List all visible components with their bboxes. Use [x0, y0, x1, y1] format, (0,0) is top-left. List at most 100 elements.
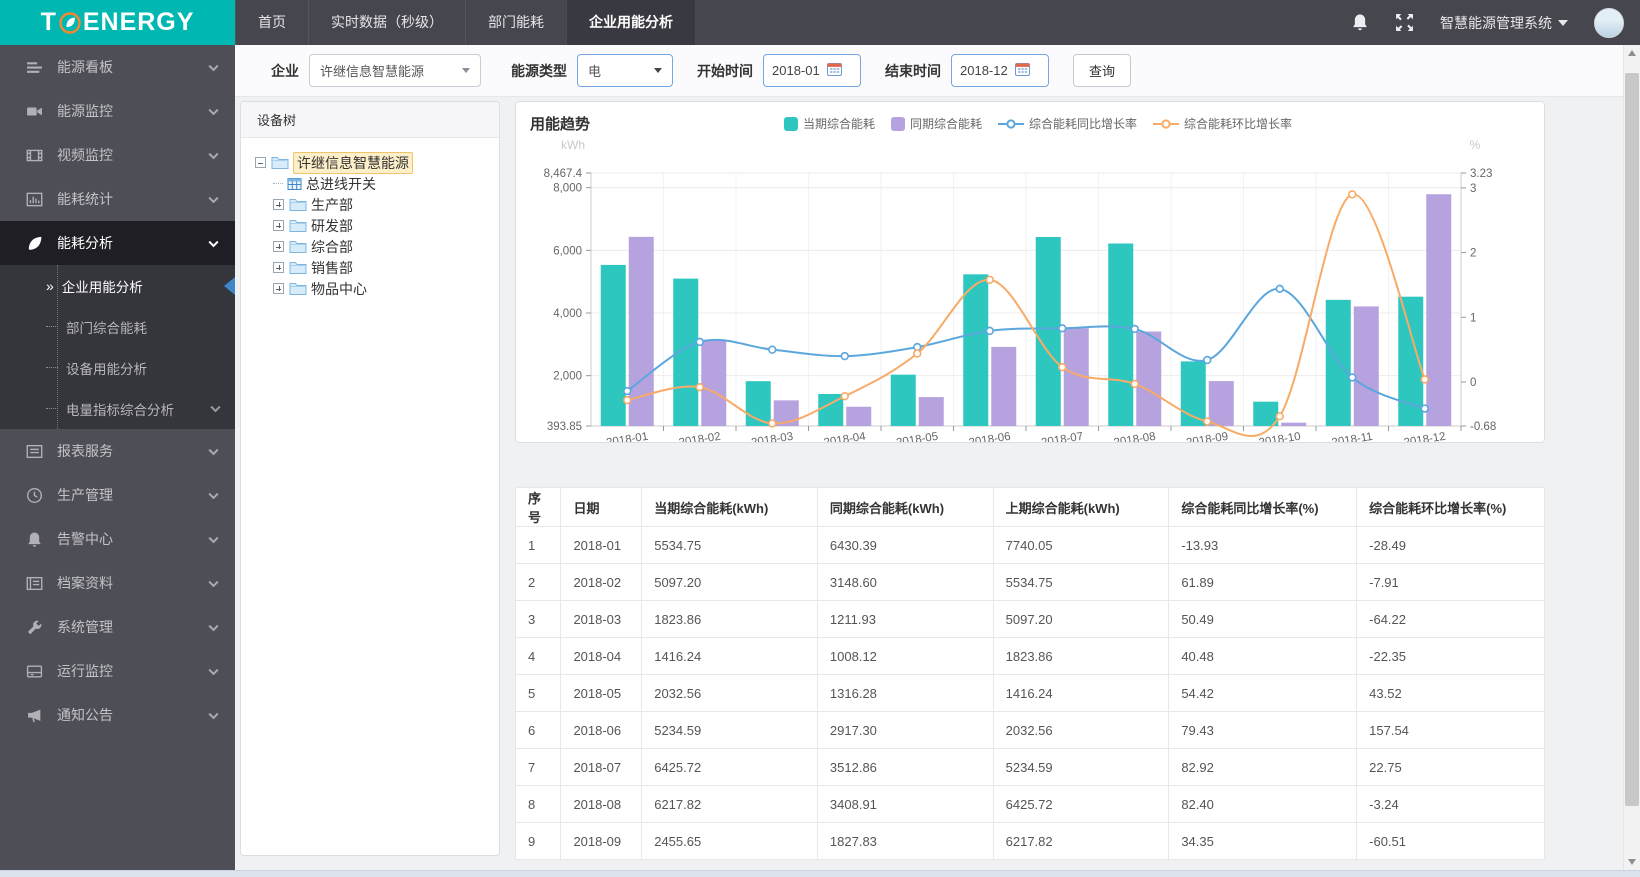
sidebar-menu: 能源看板能源监控视频监控能耗统计能耗分析企业用能分析部门综合能耗设备用能分析电量…: [0, 45, 235, 737]
tree-node-label[interactable]: 生产部: [311, 195, 353, 215]
svg-text:2018-02: 2018-02: [678, 431, 722, 442]
legend-label: 综合能耗环比增长率: [1184, 117, 1293, 131]
tree-guide: [46, 408, 58, 409]
legend-label: 同期综合能耗: [910, 117, 983, 131]
table-row: 3 2018-03 1823.86 1211.93 5097.20 50.49 -64.22: [515, 600, 1545, 638]
legend-item[interactable]: 综合能耗环比增长率: [1153, 115, 1292, 132]
collapse-toggle-icon[interactable]: [255, 157, 266, 168]
tree-node-label-selected[interactable]: 许继信息智慧能源: [293, 151, 413, 174]
user-avatar[interactable]: [1594, 7, 1624, 38]
svg-text:0: 0: [1470, 377, 1476, 389]
company-select[interactable]: 许继信息智慧能源: [309, 54, 481, 87]
sidebar-item[interactable]: 能源看板: [0, 45, 235, 89]
fullscreen-icon[interactable]: [1395, 13, 1414, 32]
tree-node-label[interactable]: 研发部: [311, 216, 353, 236]
table-cell: -60.51: [1356, 822, 1545, 860]
svg-text:2: 2: [1470, 248, 1476, 260]
sidebar-item-label: 告警中心: [57, 531, 113, 547]
table-row: 7 2018-07 6425.72 3512.86 5234.59 82.92 22.75: [515, 748, 1545, 786]
legend-item[interactable]: 综合能耗同比增长率: [998, 115, 1137, 132]
expand-toggle-icon[interactable]: [273, 241, 284, 252]
expand-toggle-icon[interactable]: [273, 220, 284, 231]
tree-node-root[interactable]: 许继信息智慧能源: [255, 151, 491, 174]
sidebar-subitem[interactable]: 部门综合能耗: [0, 306, 235, 347]
top-tab[interactable]: 首页: [235, 0, 308, 45]
table-cell: 6430.39: [816, 526, 994, 564]
sidebar-item[interactable]: 通知公告: [0, 693, 235, 737]
svg-text:2018-04: 2018-04: [823, 431, 867, 442]
table-column-header: 上期综合能耗(kWh): [992, 487, 1170, 527]
scrollbar-thumb[interactable]: [1625, 73, 1639, 806]
sidebar-item[interactable]: 运行监控: [0, 649, 235, 693]
sidebar-item[interactable]: 档案资料: [0, 561, 235, 605]
expand-toggle-icon[interactable]: [273, 283, 284, 294]
table-cell: 2018-09: [560, 822, 643, 860]
calendar-icon[interactable]: [826, 62, 842, 79]
sidebar-item[interactable]: 视频监控: [0, 133, 235, 177]
top-tab[interactable]: 部门能耗: [465, 0, 566, 45]
sidebar-item[interactable]: 生产管理: [0, 473, 235, 517]
sidebar-subitem[interactable]: 电量指标综合分析: [0, 388, 235, 429]
energy-type-select[interactable]: 电: [577, 54, 673, 87]
sidebar-item[interactable]: 能耗统计: [0, 177, 235, 221]
query-button[interactable]: 查询: [1073, 54, 1132, 87]
tree-node-folder[interactable]: 生产部: [255, 194, 491, 215]
tree-node-label[interactable]: 销售部: [311, 258, 353, 278]
tree-node-label[interactable]: 物品中心: [311, 279, 367, 299]
tree-guide: [273, 183, 283, 184]
sidebar-item[interactable]: 能源监控: [0, 89, 235, 133]
chevron-down-icon: [208, 191, 219, 207]
energy-type-label: 能源类型: [511, 62, 567, 79]
report-icon: [26, 443, 43, 460]
expand-toggle-icon[interactable]: [273, 199, 284, 210]
top-tab[interactable]: 企业用能分析: [566, 0, 696, 45]
svg-text:2018-03: 2018-03: [750, 431, 794, 442]
folder-icon: [289, 218, 307, 233]
calendar-icon[interactable]: [1014, 62, 1030, 79]
tree-node-folder[interactable]: 综合部: [255, 236, 491, 257]
sidebar-subitem[interactable]: 企业用能分析: [0, 265, 235, 306]
table-cell: 2018-08: [560, 785, 643, 823]
chevron-down-icon: [208, 443, 219, 459]
tree-node-folder[interactable]: 销售部: [255, 257, 491, 278]
notification-bell-icon[interactable]: [1351, 13, 1369, 32]
table-header-row: 序号 日期 当期综合能耗(kWh) 同期综合能耗(kWh) 上期综合能耗(kWh) 综合能…: [515, 487, 1545, 527]
legend-line-icon: [998, 118, 1025, 129]
tree-node-leaf[interactable]: 总进线开关: [255, 173, 491, 194]
energy-data-table: 序号 日期 当期综合能耗(kWh) 同期综合能耗(kWh) 上期综合能耗(kWh) 综合能…: [515, 487, 1545, 860]
legend-item[interactable]: 同期综合能耗: [891, 115, 982, 132]
scroll-up-arrow[interactable]: [1624, 45, 1640, 61]
system-name-dropdown[interactable]: 智慧能源管理系统: [1440, 13, 1568, 33]
chevron-down-icon: [208, 619, 219, 635]
table-cell: 3148.60: [816, 563, 994, 601]
start-time-input[interactable]: 2018-01: [763, 54, 861, 87]
content-area: 设备树 许继信息智慧能源 总进线开关 生产部 研发部 综合部 销售部 物品中心 用能趋势 当…: [235, 98, 1623, 870]
brand-logo: T ENERGY: [0, 0, 235, 45]
horizontal-scrollbar-track[interactable]: [0, 870, 1640, 877]
sidebar-item[interactable]: 报表服务: [0, 429, 235, 473]
table-cell: 7740.05: [992, 526, 1170, 564]
sidebar-subitem[interactable]: 设备用能分析: [0, 347, 235, 388]
vertical-scrollbar[interactable]: [1623, 45, 1640, 870]
top-tab[interactable]: 实时数据（秒级）: [308, 0, 465, 45]
tree-node-label[interactable]: 总进线开关: [306, 174, 376, 194]
expand-toggle-icon[interactable]: [273, 262, 284, 273]
table-cell: 2018-04: [560, 637, 643, 675]
legend-item[interactable]: 当期综合能耗: [784, 115, 875, 132]
sidebar-item[interactable]: 系统管理: [0, 605, 235, 649]
chevron-down-icon: [654, 68, 662, 73]
sidebar-item[interactable]: 告警中心: [0, 517, 235, 561]
table-cell: 6425.72: [992, 785, 1170, 823]
scroll-down-arrow[interactable]: [1624, 854, 1640, 870]
table-row: 2 2018-02 5097.20 3148.60 5534.75 61.89 -7.91: [515, 563, 1545, 601]
sidebar-item-label: 能耗统计: [57, 191, 113, 207]
tree-node-folder[interactable]: 研发部: [255, 215, 491, 236]
tree-node-folder[interactable]: 物品中心: [255, 278, 491, 299]
table-cell: 6217.82: [992, 822, 1170, 860]
device-tree-panel: 设备树 许继信息智慧能源 总进线开关 生产部 研发部 综合部 销售部 物品中心: [240, 101, 500, 856]
table-cell: 3408.91: [816, 785, 994, 823]
energy-table-panel: 序号 日期 当期综合能耗(kWh) 同期综合能耗(kWh) 上期综合能耗(kWh) 综合能…: [515, 487, 1545, 870]
end-time-input[interactable]: 2018-12: [951, 54, 1049, 87]
sidebar-item[interactable]: 能耗分析: [0, 221, 235, 265]
tree-node-label[interactable]: 综合部: [311, 237, 353, 257]
